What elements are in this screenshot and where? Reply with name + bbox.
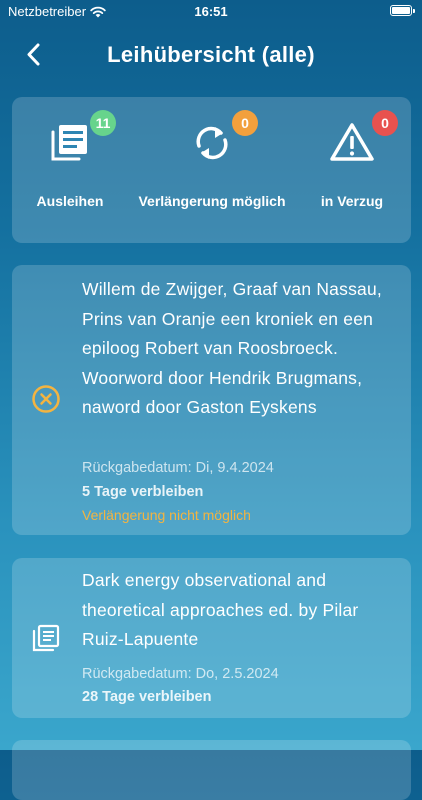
stacked-documents-icon xyxy=(51,125,87,161)
overdue-count-badge: 0 xyxy=(372,110,398,136)
loans-label: Ausleihen xyxy=(36,193,104,209)
document-stack-icon xyxy=(32,624,60,652)
loan-title: Dark energy observational and theoretica… xyxy=(82,570,359,649)
loan-remaining: 28 Tage verbleiben xyxy=(82,689,212,705)
status-time: 16:51 xyxy=(194,4,228,19)
cancel-circle-icon xyxy=(32,385,60,413)
status-bar: Netzbetreiber 16:51 xyxy=(0,0,422,26)
summary-renewable[interactable]: 0 Verlängerung möglich xyxy=(129,110,295,209)
loan-due-date: Rückgabedatum: Do, 2.5.2024 xyxy=(82,666,279,682)
summary-loans[interactable]: 11 Ausleihen xyxy=(33,110,116,209)
loan-remaining: 5 Tage verbleiben xyxy=(82,484,204,500)
loan-due-date: Rückgabedatum: Di, 9.4.2024 xyxy=(82,460,274,476)
battery-icon xyxy=(390,5,415,16)
renewable-count-badge: 0 xyxy=(232,110,258,136)
loan-title: Willem de Zwijger, Graaf van Nassau, Pri… xyxy=(82,279,382,417)
renewable-label: Verlängerung möglich xyxy=(138,193,286,209)
summary-overdue[interactable]: 0 in Verzug xyxy=(315,110,398,209)
loan-renewal-note: Verlängerung nicht möglich xyxy=(82,507,251,523)
loan-card[interactable] xyxy=(12,740,411,800)
loan-card[interactable]: Dark energy observational and theoretica… xyxy=(12,558,411,718)
warning-triangle-icon xyxy=(330,123,374,161)
overdue-label: in Verzug xyxy=(320,193,384,209)
loans-count-badge: 11 xyxy=(90,110,116,136)
summary-card: 11 Ausleihen 0 Verlängerung möglich 0 in… xyxy=(12,97,411,243)
sync-arrows-icon xyxy=(196,126,228,160)
nav-header: Leihübersicht (alle) xyxy=(0,30,422,80)
page-title: Leihübersicht (alle) xyxy=(107,42,315,67)
loan-card[interactable]: Willem de Zwijger, Graaf van Nassau, Pri… xyxy=(12,265,411,535)
